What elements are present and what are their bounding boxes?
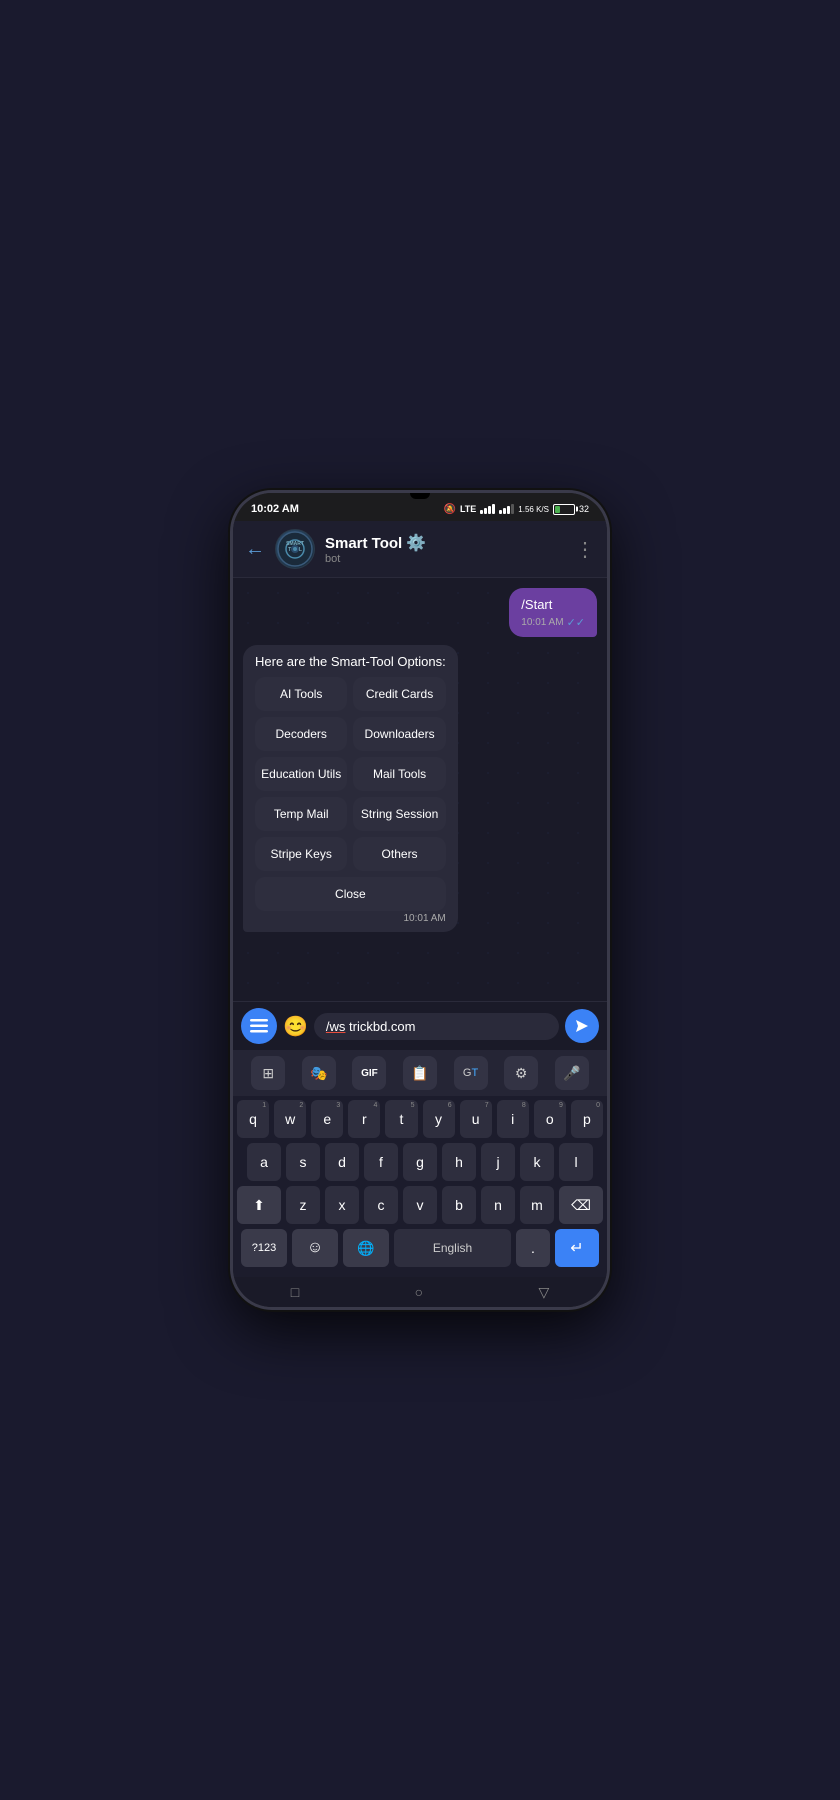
bot-info: Smart Tool ⚙️ bot <box>325 533 565 565</box>
read-ticks: ✓✓ <box>567 616 585 629</box>
chat-header: ← SMART TOOL Smart Tool ⚙️ bot ⋮ <box>233 521 607 578</box>
nav-recents-button[interactable]: □ <box>291 1284 299 1300</box>
btn-close[interactable]: Close <box>255 877 446 911</box>
globe-key[interactable]: 🌐 <box>343 1229 389 1267</box>
key-f[interactable]: f <box>364 1143 398 1181</box>
keyboard-bottom-row: ?123 ☺ 🌐 English . ↵ <box>237 1229 603 1273</box>
key-y[interactable]: y6 <box>423 1100 455 1138</box>
btn-temp-mail[interactable]: Temp Mail <box>255 797 347 831</box>
received-message-row: Here are the Smart-Tool Options: AI Tool… <box>243 645 597 932</box>
key-x[interactable]: x <box>325 1186 359 1224</box>
key-q[interactable]: q1 <box>237 1100 269 1138</box>
chat-area: /Start 10:01 AM ✓✓ Here are the Smart-To… <box>233 578 607 1001</box>
mute-icon: 🔕 <box>444 504 456 515</box>
phone-frame: 10:02 AM 🔕 LTE 1.56 K/S 32 <box>230 490 610 1310</box>
btn-education-utils[interactable]: Education Utils <box>255 757 347 791</box>
mic-button[interactable]: 🎤 <box>555 1056 589 1090</box>
key-l[interactable]: l <box>559 1143 593 1181</box>
key-n[interactable]: n <box>481 1186 515 1224</box>
battery-pct: 32 <box>579 504 589 514</box>
btn-credit-cards[interactable]: Credit Cards <box>353 677 445 711</box>
key-r[interactable]: r4 <box>348 1100 380 1138</box>
key-c[interactable]: c <box>364 1186 398 1224</box>
enter-key[interactable]: ↵ <box>555 1229 599 1267</box>
sent-time: 10:01 AM ✓✓ <box>521 616 585 629</box>
space-key[interactable]: English <box>394 1229 511 1267</box>
more-menu-button[interactable]: ⋮ <box>575 537 595 562</box>
btn-ai-tools[interactable]: AI Tools <box>255 677 347 711</box>
key-t[interactable]: t5 <box>385 1100 417 1138</box>
received-text: Here are the Smart-Tool Options: <box>255 653 446 671</box>
input-area: 😊 /ws trickbd.com <box>233 1001 607 1050</box>
shift-key[interactable]: ⬆ <box>237 1186 281 1224</box>
key-b[interactable]: b <box>442 1186 476 1224</box>
btn-string-session[interactable]: String Session <box>353 797 445 831</box>
key-j[interactable]: j <box>481 1143 515 1181</box>
received-time: 10:01 AM <box>255 913 446 924</box>
num-key[interactable]: ?123 <box>241 1229 287 1267</box>
emoji-keyboard-button[interactable]: ☺ <box>292 1229 338 1267</box>
btn-downloaders[interactable]: Downloaders <box>353 717 445 751</box>
bot-name: Smart Tool <box>325 535 402 552</box>
menu-button[interactable] <box>241 1008 277 1044</box>
keyboard-toolbar: ⊞ 🎭 GIF 📋 GT ⚙ 🎤 <box>233 1050 607 1096</box>
speed-label: 1.56 K/S <box>518 505 549 514</box>
battery-fill <box>555 506 560 513</box>
bot-avatar: SMART TOOL <box>275 529 315 569</box>
key-g[interactable]: g <box>403 1143 437 1181</box>
options-grid: AI Tools Credit Cards Decoders Downloade… <box>255 677 446 911</box>
input-ws-underline: /ws <box>326 1019 346 1034</box>
btn-stripe-keys[interactable]: Stripe Keys <box>255 837 347 871</box>
key-s[interactable]: s <box>286 1143 320 1181</box>
btn-decoders[interactable]: Decoders <box>255 717 347 751</box>
btn-mail-tools[interactable]: Mail Tools <box>353 757 445 791</box>
key-z[interactable]: z <box>286 1186 320 1224</box>
network-label: LTE <box>460 504 476 514</box>
settings-icon-button[interactable]: ⚙ <box>504 1056 538 1090</box>
bot-status: bot <box>325 553 565 565</box>
apps-icon-button[interactable]: ⊞ <box>251 1056 285 1090</box>
key-a[interactable]: a <box>247 1143 281 1181</box>
notch <box>410 493 430 499</box>
received-bubble: Here are the Smart-Tool Options: AI Tool… <box>243 645 458 932</box>
nav-back-button[interactable]: ▽ <box>538 1284 549 1301</box>
key-e[interactable]: e3 <box>311 1100 343 1138</box>
key-v[interactable]: v <box>403 1186 437 1224</box>
key-k[interactable]: k <box>520 1143 554 1181</box>
status-icons: 🔕 LTE 1.56 K/S 32 <box>444 504 590 515</box>
key-i[interactable]: i8 <box>497 1100 529 1138</box>
keyboard-row-3: ⬆ z x c v b n m ⌫ <box>237 1186 603 1224</box>
key-o[interactable]: o9 <box>534 1100 566 1138</box>
key-h[interactable]: h <box>442 1143 476 1181</box>
send-button[interactable] <box>565 1009 599 1043</box>
sent-bubble: /Start 10:01 AM ✓✓ <box>509 588 597 637</box>
back-button[interactable]: ← <box>245 538 265 561</box>
clipboard-button[interactable]: 📋 <box>403 1056 437 1090</box>
key-w[interactable]: w2 <box>274 1100 306 1138</box>
sticker-button[interactable]: 🎭 <box>302 1056 336 1090</box>
signal-bars-2 <box>499 504 514 514</box>
backspace-key[interactable]: ⌫ <box>559 1186 603 1224</box>
key-u[interactable]: u7 <box>460 1100 492 1138</box>
key-m[interactable]: m <box>520 1186 554 1224</box>
keyboard-row-1: q1 w2 e3 r4 t5 y6 u7 i8 o9 p0 <box>237 1100 603 1138</box>
nav-bar: □ ○ ▽ <box>233 1277 607 1307</box>
keyboard-row-2: a s d f g h j k l <box>237 1143 603 1181</box>
signal-bars <box>480 504 495 514</box>
key-p[interactable]: p0 <box>571 1100 603 1138</box>
sent-message-row: /Start 10:01 AM ✓✓ <box>243 588 597 637</box>
keyboard: q1 w2 e3 r4 t5 y6 u7 i8 o9 p0 a s d f g … <box>233 1096 607 1277</box>
status-time: 10:02 AM <box>251 503 299 515</box>
period-key[interactable]: . <box>516 1229 550 1267</box>
key-d[interactable]: d <box>325 1143 359 1181</box>
sent-text: /Start <box>521 596 585 614</box>
emoji-button[interactable]: 😊 <box>283 1014 308 1039</box>
nav-home-button[interactable]: ○ <box>415 1284 423 1300</box>
btn-others[interactable]: Others <box>353 837 445 871</box>
battery-icon <box>553 504 575 515</box>
translate-button[interactable]: GT <box>454 1056 488 1090</box>
message-input[interactable]: /ws trickbd.com <box>314 1013 559 1040</box>
gear-icon: ⚙️ <box>406 533 426 553</box>
gif-button[interactable]: GIF <box>352 1056 386 1090</box>
